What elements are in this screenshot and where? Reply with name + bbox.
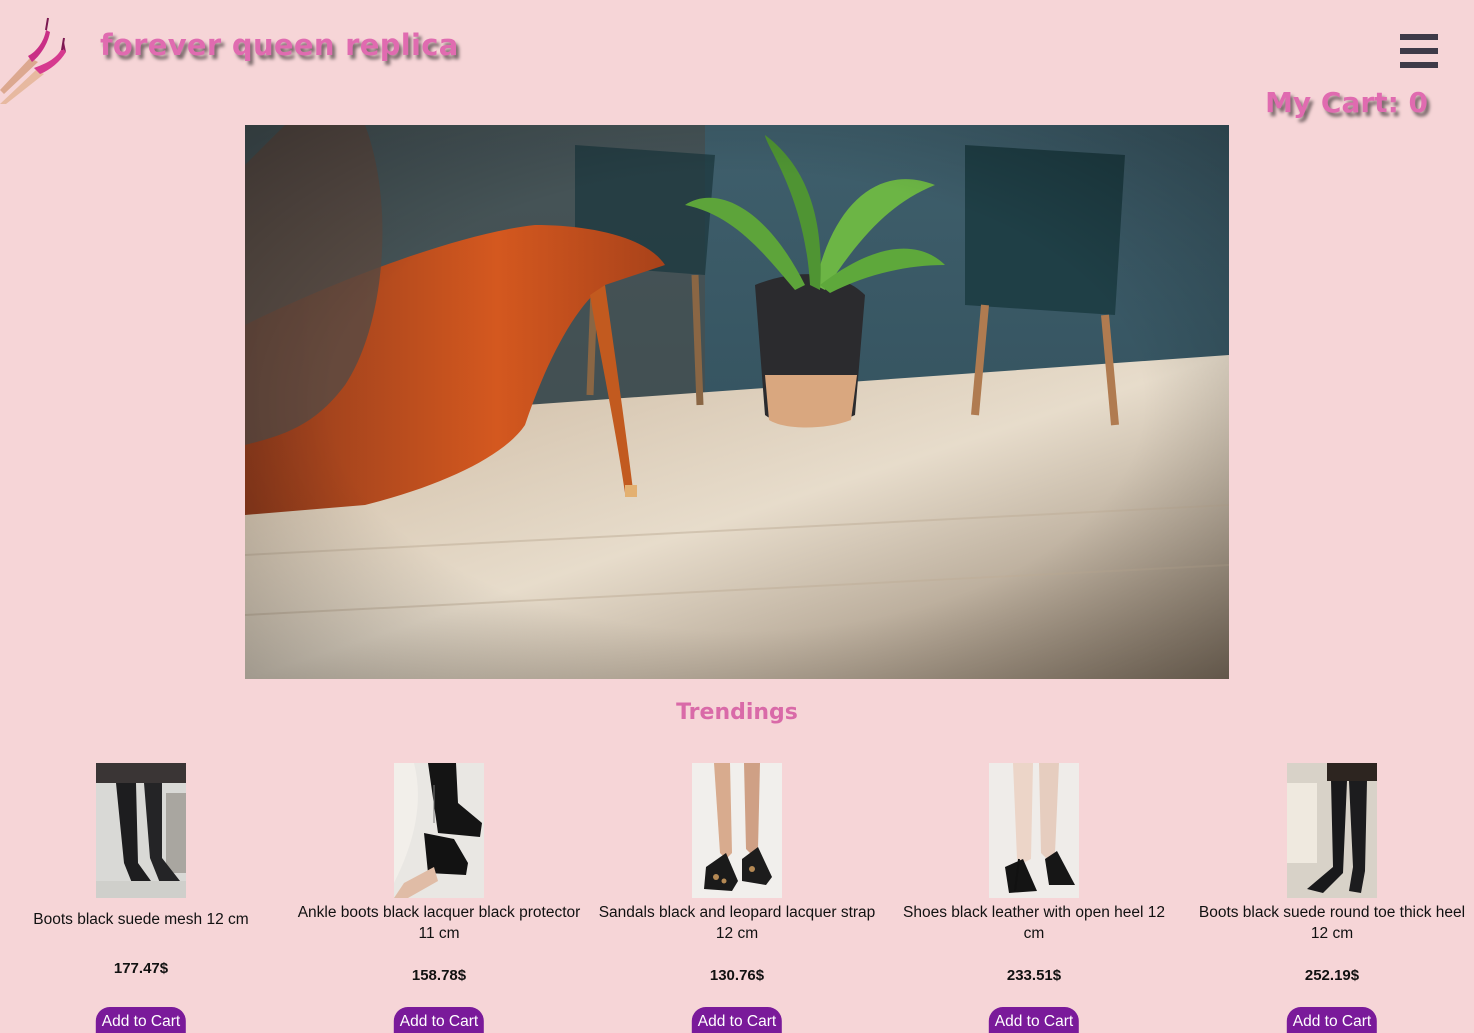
- product-price: 177.47$: [113, 960, 169, 977]
- cart-link[interactable]: My Cart: 0: [1265, 86, 1428, 119]
- hamburger-menu-icon[interactable]: [1400, 34, 1438, 68]
- open-heel-shoes-photo-icon[interactable]: [989, 763, 1079, 898]
- hero-image: [245, 125, 1229, 679]
- product-name[interactable]: Boots black suede mesh 12 cm: [0, 909, 284, 930]
- product-price: 130.76$: [709, 967, 765, 984]
- section-title-trendings: Trendings: [676, 700, 798, 725]
- leopard-sandals-photo-icon[interactable]: [692, 763, 782, 898]
- product-price: 158.78$: [411, 967, 467, 984]
- add-to-cart-button[interactable]: Add to Cart: [95, 1007, 187, 1033]
- product-card: Shoes black leather with open heel 12 cm…: [889, 763, 1179, 1033]
- add-to-cart-button[interactable]: Add to Cart: [691, 1007, 783, 1033]
- add-to-cart-button[interactable]: Add to Cart: [988, 1007, 1080, 1033]
- product-price: 233.51$: [1006, 967, 1062, 984]
- brand-title[interactable]: forever queen replica: [100, 28, 459, 62]
- product-card: Boots black suede mesh 12 cm 177.47$ Add…: [0, 763, 286, 1033]
- thigh-boots-photo-icon[interactable]: [1287, 763, 1377, 898]
- add-to-cart-button[interactable]: Add to Cart: [1286, 1007, 1378, 1033]
- add-to-cart-button[interactable]: Add to Cart: [393, 1007, 485, 1033]
- product-card: Sandals black and leopard lacquer strap …: [592, 763, 882, 1033]
- product-price: 252.19$: [1304, 967, 1360, 984]
- product-name[interactable]: Boots black suede round toe thick heel 1…: [1189, 902, 1474, 944]
- product-card: Ankle boots black lacquer black protecto…: [294, 763, 584, 1033]
- lacquer-ankle-boots-photo-icon[interactable]: [394, 763, 484, 898]
- mesh-boots-photo-icon[interactable]: [96, 763, 186, 898]
- product-name[interactable]: Ankle boots black lacquer black protecto…: [296, 902, 582, 944]
- product-name[interactable]: Shoes black leather with open heel 12 cm: [891, 902, 1177, 944]
- page: forever queen replica My Cart: 0 Trendin…: [0, 0, 1474, 1033]
- product-card: Boots black suede round toe thick heel 1…: [1187, 763, 1474, 1033]
- product-name[interactable]: Sandals black and leopard lacquer strap …: [594, 902, 880, 944]
- high-heels-legs-icon[interactable]: [0, 12, 80, 104]
